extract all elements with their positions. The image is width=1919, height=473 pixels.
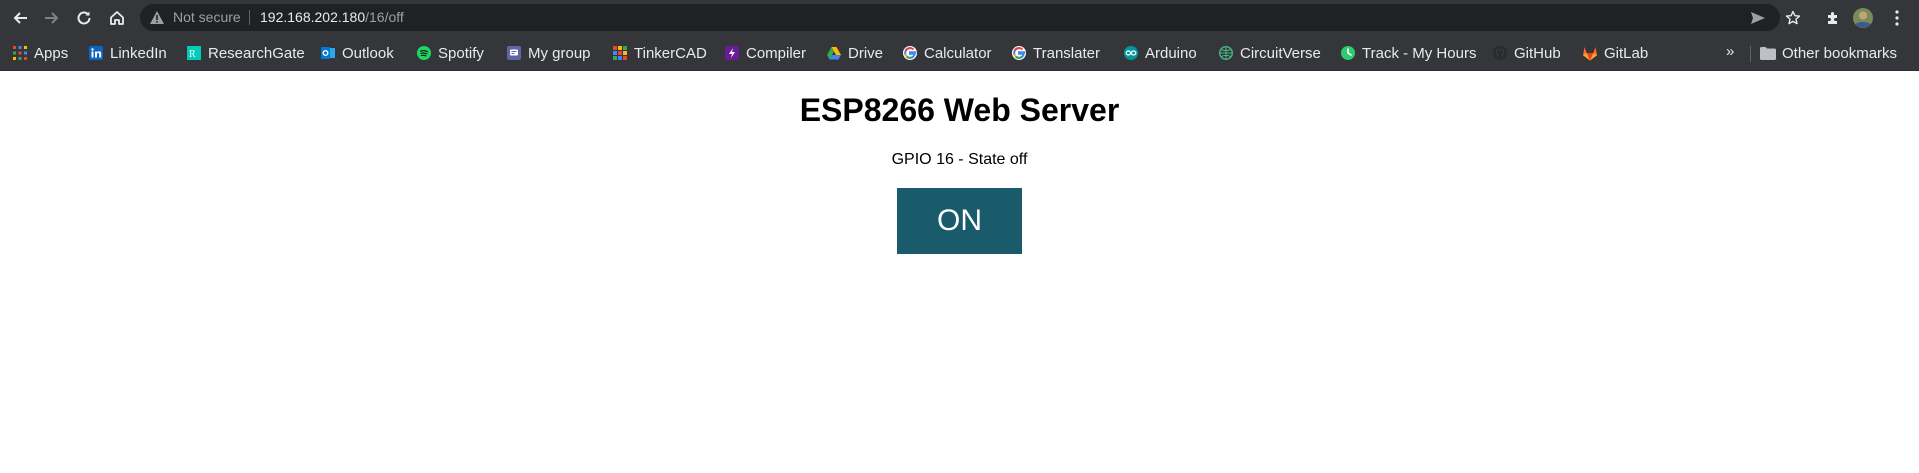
circuitverse-icon [1218,45,1234,61]
url-text[interactable]: 192.168.202.180/16/off [260,9,404,25]
bookmark-label: My group [528,44,591,62]
spotify-icon [416,45,432,61]
gitlab-icon [1582,45,1598,61]
bookmark-label: Other bookmarks [1782,44,1898,62]
bookmark-label: TinkerCAD [634,44,707,62]
home-button[interactable] [101,2,133,34]
bookmark-label: Arduino [1145,44,1197,62]
bookmark-label: Track - My Hours [1362,44,1477,62]
drive-icon [826,45,842,61]
star-icon [1785,10,1801,25]
menu-button[interactable] [1886,7,1908,29]
bookmark-my-group[interactable]: My group [506,42,591,64]
bookmark-circuitverse[interactable]: CircuitVerse [1218,42,1321,64]
extensions-button[interactable] [1822,7,1844,29]
home-icon [110,11,124,25]
bookmarks-bar: Apps LinkedIn R ResearchGate Outlook Spo… [0,35,1919,71]
reload-button[interactable] [68,2,100,34]
more-bookmarks-chevron[interactable]: » [1726,43,1734,60]
profile-button[interactable] [1852,7,1874,29]
mygroup-icon [506,45,522,61]
bookmark-spotify[interactable]: Spotify [416,42,484,64]
bookmark-researchgate[interactable]: R ResearchGate [186,42,305,64]
outlook-icon [320,45,336,61]
github-icon [1492,45,1508,61]
send-icon [1751,12,1765,24]
bookmark-label: GitLab [1604,44,1649,62]
svg-text:R: R [189,49,196,60]
folder-icon [1760,45,1776,61]
bookmark-label: Drive [848,44,884,62]
compiler-icon [724,45,740,61]
warning-icon [150,11,164,24]
bookmark-linkedin[interactable]: LinkedIn [88,42,167,64]
bookmark-github[interactable]: GitHub [1492,42,1561,64]
bookmark-label: GitHub [1514,44,1561,62]
extensions-icon [1828,12,1837,24]
bookmark-compiler[interactable]: Compiler [724,42,806,64]
tinkercad-icon [612,45,628,61]
bookmark-label: CircuitVerse [1240,44,1321,62]
bookmark-label: Spotify [438,44,484,62]
on-button[interactable]: ON [897,188,1022,254]
other-bookmarks-folder[interactable]: Other bookmarks [1760,42,1897,64]
bookmark-label: ResearchGate [208,44,305,62]
forward-icon [45,12,59,24]
url-path: /16/off [365,9,404,25]
bookmark-gitlab[interactable]: GitLab [1582,42,1648,64]
bookmark-outlook[interactable]: Outlook [320,42,394,64]
page-title: ESP8266 Web Server [799,92,1120,128]
bookmarks-divider [1750,46,1751,62]
bookmark-label: Compiler [746,44,807,62]
bookmark-label: Translater [1033,44,1100,62]
bookmark-label: LinkedIn [110,44,167,62]
bookmark-label: Apps [34,44,69,62]
bookmark-track-my-hours[interactable]: Track - My Hours [1340,42,1476,64]
back-button[interactable] [4,2,36,34]
bookmark-drive[interactable]: Drive [826,42,883,64]
apps-grid-icon [12,45,28,61]
gpio-state-text: GPIO 16 - State off [891,151,1028,168]
bookmark-apps[interactable]: Apps [12,42,68,64]
bookmark-label: Outlook [342,44,394,62]
menu-icon [1895,10,1899,26]
bookmark-arduino[interactable]: Arduino [1123,42,1197,64]
url-host: 192.168.202.180 [260,9,366,25]
bookmark-tinkercad[interactable]: TinkerCAD [612,42,707,64]
browser-toolbar: Not secure 192.168.202.180/16/off [0,0,1919,35]
trackmyhours-icon [1340,45,1356,61]
arduino-icon [1123,45,1139,61]
security-label[interactable]: Not secure [173,9,241,25]
bookmark-calculator[interactable]: Calculator [902,42,992,64]
bookmark-star-button[interactable] [1782,7,1804,29]
google-icon [1011,45,1027,61]
google-icon [902,45,918,61]
omnibox-divider [249,10,250,25]
linkedin-icon [88,45,104,61]
forward-button[interactable] [36,2,68,34]
bookmark-label: Calculator [924,44,992,62]
bookmark-translater[interactable]: Translater [1011,42,1100,64]
researchgate-icon: R [186,45,202,61]
address-bar[interactable]: Not secure 192.168.202.180/16/off [140,4,1780,31]
reload-icon [77,11,91,25]
back-icon [13,12,27,24]
send-button[interactable] [1748,8,1768,28]
profile-avatar [1853,8,1873,28]
